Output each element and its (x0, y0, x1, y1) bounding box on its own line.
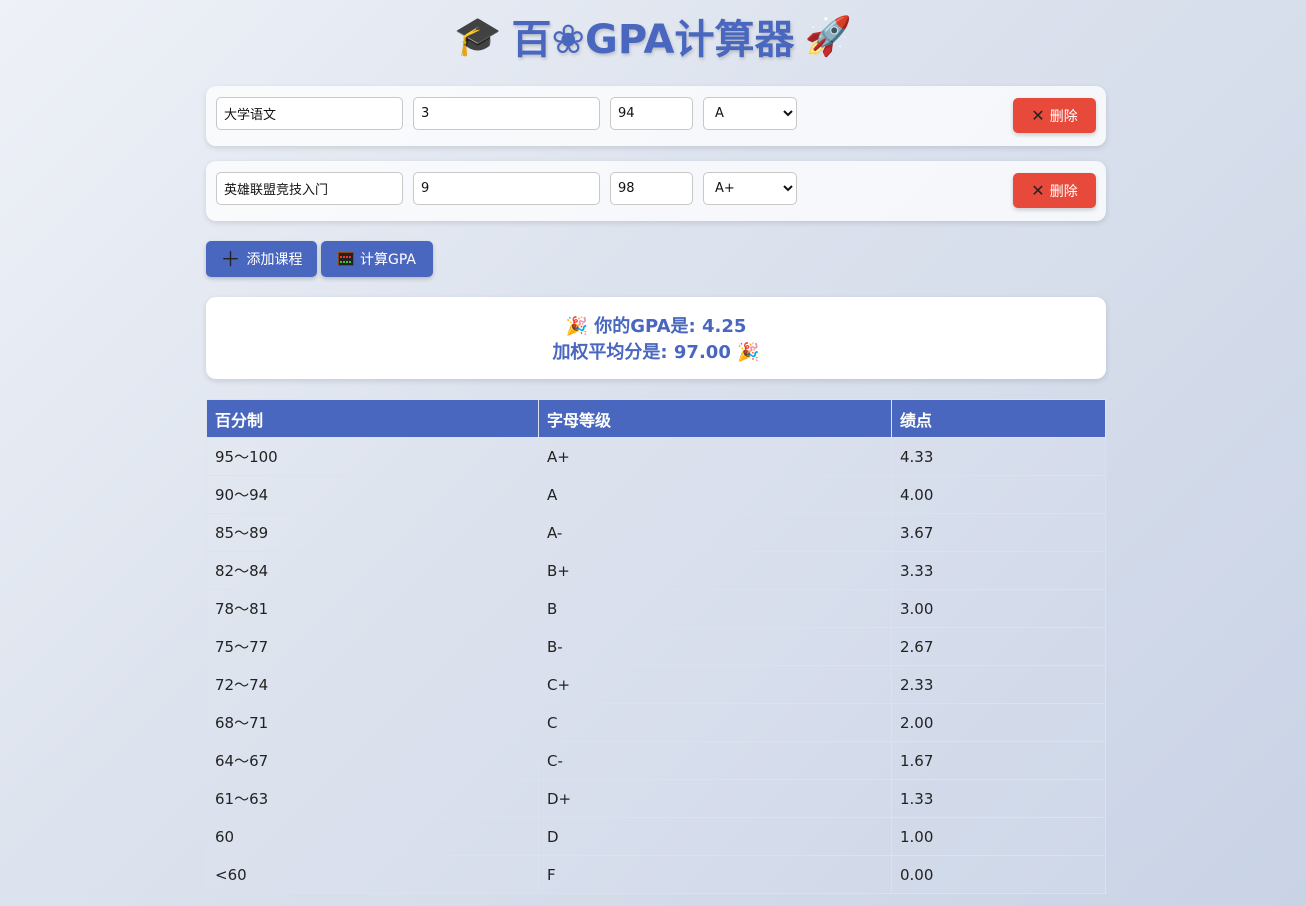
gpa-result-line: 🎉 你的GPA是: 4.25 (206, 314, 1106, 340)
calculate-gpa-button[interactable]: 计算GPA (321, 241, 433, 277)
gpa-result-text: 你的GPA是: 4.25 (594, 316, 747, 337)
result-panel: 🎉 你的GPA是: 4.25 加权平均分是: 97.00 🎉 (206, 297, 1106, 379)
course-score-input[interactable] (610, 172, 693, 205)
grade-point-cell: 3.00 (891, 589, 1106, 628)
score-range-cell: 72～74 (206, 665, 539, 704)
grade-table-body: 95～100 A+ 4.33 90～94 A 4.00 85～89 A- 3.67 82～84 B+… (206, 437, 1106, 894)
delete-course-button[interactable]: ✕ 删除 (1013, 173, 1096, 208)
letter-grade-cell: B- (538, 627, 892, 666)
letter-grade-cell: A+ (538, 437, 892, 476)
average-result-line: 加权平均分是: 97.00 🎉 (206, 340, 1106, 366)
course-row: A+ ✕ 删除 (206, 161, 1106, 221)
table-row: 61～63 D+ 1.33 (206, 779, 1106, 818)
party-popper-icon: 🎉 (565, 316, 588, 337)
letter-grade-cell: A- (538, 513, 892, 552)
table-row: 95～100 A+ 4.33 (206, 437, 1106, 476)
table-row: <60 F 0.00 (206, 855, 1106, 894)
table-header-row: 百分制 字母等级 绩点 (206, 399, 1106, 438)
table-row: 75～77 B- 2.67 (206, 627, 1106, 666)
course-credit-input[interactable] (413, 172, 600, 205)
course-grade-select[interactable]: A (703, 97, 797, 130)
page-title: 🎓 百❀GPA计算器 🚀 (0, 8, 1306, 64)
course-grade-select[interactable]: A+ (703, 172, 797, 205)
letter-grade-cell: D (538, 817, 892, 856)
delete-label: 删除 (1049, 183, 1078, 200)
table-row: 72～74 C+ 2.33 (206, 665, 1106, 704)
grade-point-cell: 1.00 (891, 817, 1106, 856)
letter-grade-cell: C- (538, 741, 892, 780)
party-popper-icon: 🎉 (737, 342, 760, 363)
cross-mark-icon: ✕ (1031, 181, 1045, 200)
letter-grade-cell: B+ (538, 551, 892, 590)
header-grade-point: 绩点 (891, 399, 1106, 438)
score-range-cell: 85～89 (206, 513, 539, 552)
score-range-cell: 64～67 (206, 741, 539, 780)
table-row: 68～71 C 2.00 (206, 703, 1106, 742)
header-score-range: 百分制 (206, 399, 539, 438)
grade-point-cell: 2.67 (891, 627, 1106, 666)
score-range-cell: 78～81 (206, 589, 539, 628)
calculate-gpa-label: 计算GPA (360, 252, 416, 268)
add-course-button[interactable]: ＋ 添加课程 (206, 241, 317, 277)
letter-grade-cell: F (538, 855, 892, 894)
table-row: 60 D 1.00 (206, 817, 1106, 856)
score-range-cell: 82～84 (206, 551, 539, 590)
abacus-icon (338, 252, 354, 266)
delete-course-button[interactable]: ✕ 删除 (1013, 98, 1096, 133)
course-credit-input[interactable] (413, 97, 600, 130)
course-row: A ✕ 删除 (206, 86, 1106, 146)
grade-point-cell: 2.00 (891, 703, 1106, 742)
letter-grade-cell: B (538, 589, 892, 628)
average-result-text: 加权平均分是: 97.00 (552, 342, 731, 363)
score-range-cell: 75～77 (206, 627, 539, 666)
letter-grade-cell: C+ (538, 665, 892, 704)
letter-grade-cell: D+ (538, 779, 892, 818)
grade-point-cell: 4.33 (891, 437, 1106, 476)
score-range-cell: 61～63 (206, 779, 539, 818)
grade-point-cell: 2.33 (891, 665, 1106, 704)
score-range-cell: <60 (206, 855, 539, 894)
plus-icon: ＋ (220, 247, 241, 271)
add-course-label: 添加课程 (246, 252, 303, 268)
course-name-input[interactable] (216, 97, 403, 130)
grade-point-cell: 0.00 (891, 855, 1106, 894)
table-row: 90～94 A 4.00 (206, 475, 1106, 514)
header-letter-grade: 字母等级 (538, 399, 892, 438)
grade-point-cell: 4.00 (891, 475, 1106, 514)
table-row: 64～67 C- 1.67 (206, 741, 1106, 780)
cross-mark-icon: ✕ (1031, 106, 1045, 125)
rocket-icon: 🚀 (804, 13, 852, 58)
grade-point-cell: 3.67 (891, 513, 1106, 552)
grade-scale-table: 百分制 字母等级 绩点 95～100 A+ 4.33 90～94 A 4.00 85～89 A… (206, 399, 1106, 894)
course-score-input[interactable] (610, 97, 693, 130)
table-row: 78～81 B 3.00 (206, 589, 1106, 628)
score-range-cell: 95～100 (206, 437, 539, 476)
grade-point-cell: 1.33 (891, 779, 1106, 818)
grade-point-cell: 3.33 (891, 551, 1106, 590)
grade-point-cell: 1.67 (891, 741, 1106, 780)
score-range-cell: 60 (206, 817, 539, 856)
letter-grade-cell: A (538, 475, 892, 514)
score-range-cell: 90～94 (206, 475, 539, 514)
letter-grade-cell: C (538, 703, 892, 742)
table-row: 82～84 B+ 3.33 (206, 551, 1106, 590)
title-text: 百❀GPA计算器 (511, 17, 795, 63)
course-name-input[interactable] (216, 172, 403, 205)
graduation-cap-icon: 🎓 (454, 13, 502, 58)
score-range-cell: 68～71 (206, 703, 539, 742)
table-row: 85～89 A- 3.67 (206, 513, 1106, 552)
delete-label: 删除 (1049, 108, 1078, 125)
